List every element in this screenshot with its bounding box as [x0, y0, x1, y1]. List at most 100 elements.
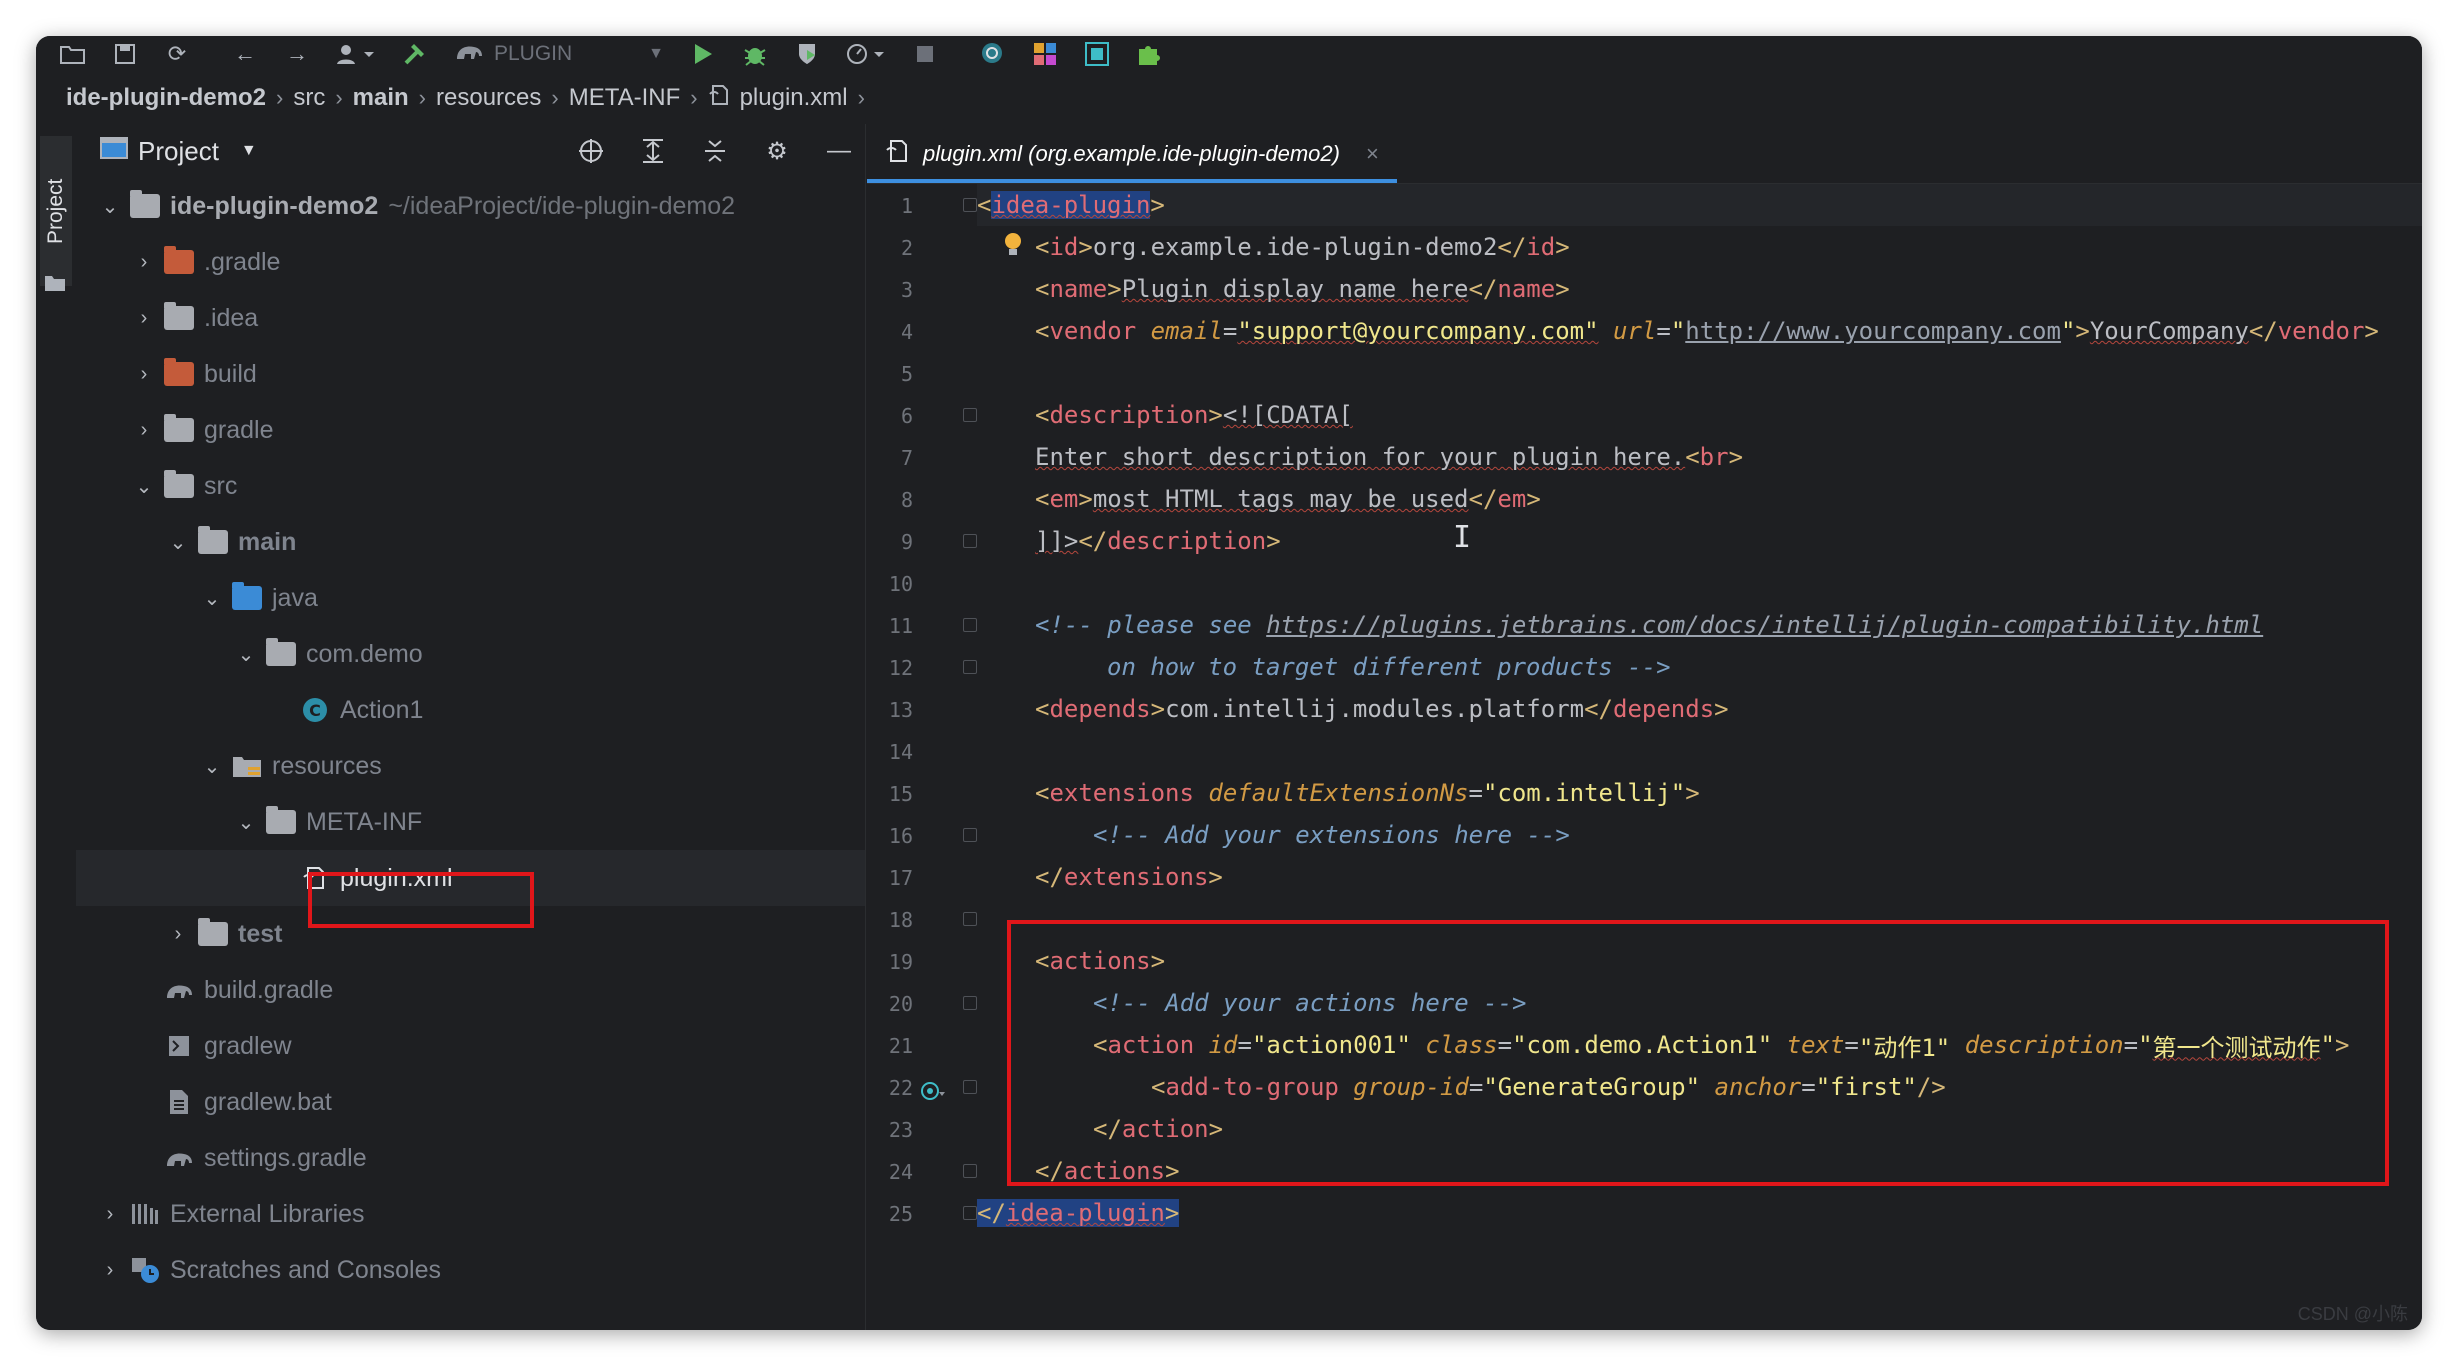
search-everywhere-icon[interactable]	[970, 38, 1016, 70]
coverage-shield-icon[interactable]	[784, 38, 830, 70]
expand-all-icon[interactable]	[627, 138, 679, 164]
line-number: 9	[900, 530, 913, 554]
line-gutter: 1 2 3 4 5 6 7 8 9 10 11 12 13 14 15 16 1…	[867, 184, 977, 1330]
tree-item-action1[interactable]: C Action1	[76, 682, 865, 738]
collapse-all-icon[interactable]	[689, 138, 741, 164]
code-token: id	[1526, 233, 1556, 261]
tree-item-label: gradlew.bat	[204, 1087, 332, 1116]
debug-bug-icon[interactable]	[732, 38, 778, 70]
fold-marker[interactable]	[963, 1164, 977, 1178]
fold-marker[interactable]	[963, 660, 977, 674]
project-structure-icon[interactable]	[1022, 38, 1068, 70]
user-dropdown-icon[interactable]	[326, 38, 386, 70]
tree-item-gradlew-bat[interactable]: gradlew.bat	[76, 1074, 865, 1130]
minimize-icon[interactable]: —	[813, 137, 865, 165]
tree-item-root[interactable]: ⌄ ide-plugin-demo2 ~/ideaProject/ide-plu…	[76, 178, 865, 234]
breadcrumb-item-main[interactable]: main	[353, 84, 409, 112]
fold-marker[interactable]	[963, 1206, 977, 1220]
tree-item-resources[interactable]: ⌄ resources	[76, 738, 865, 794]
chevron-right-icon[interactable]: ›	[126, 363, 162, 386]
breadcrumb-item-plugin-xml[interactable]: plugin.xml	[708, 83, 848, 114]
tree-item-scratches[interactable]: › Scratches and Consoles	[76, 1242, 865, 1298]
chevron-down-icon[interactable]: ▼	[241, 142, 257, 160]
breadcrumb-item-project[interactable]: ide-plugin-demo2	[66, 84, 266, 112]
tree-item-settings-gradle[interactable]: settings.gradle	[76, 1130, 865, 1186]
run-configuration-dropdown[interactable]: PLUGIN ▼	[444, 39, 674, 69]
chevron-down-icon[interactable]: ⌄	[228, 810, 264, 835]
tree-item-main[interactable]: ⌄ main	[76, 514, 865, 570]
tree-item-label: main	[238, 527, 297, 556]
tree-item-java[interactable]: ⌄ java	[76, 570, 865, 626]
scratches-clock-icon	[128, 1257, 162, 1283]
chevron-down-icon[interactable]: ⌄	[194, 586, 230, 611]
project-view-title[interactable]: Project	[138, 136, 219, 167]
code-token: "first"	[1815, 1073, 1917, 1101]
code-token: <!-- Add your extensions here -->	[1093, 821, 1570, 849]
action-gutter-icon[interactable]	[919, 1080, 945, 1107]
code-content[interactable]: < idea-plugin > < id > org.example.ide-plugin…	[977, 184, 2422, 1330]
chevron-right-icon[interactable]: ›	[126, 419, 162, 442]
fold-marker[interactable]	[963, 408, 977, 422]
tree-item-plugin-xml[interactable]: plugin.xml	[76, 850, 865, 906]
locate-crosshair-icon[interactable]	[565, 138, 617, 164]
tree-item-label: gradle	[204, 415, 274, 444]
chevron-right-icon[interactable]: ›	[160, 923, 196, 946]
fold-marker[interactable]	[963, 828, 977, 842]
build-hammer-icon[interactable]	[392, 38, 438, 70]
back-arrow-icon[interactable]: ←	[222, 38, 268, 70]
forward-arrow-icon[interactable]: →	[274, 38, 320, 70]
gradle-elephant-icon	[162, 1145, 196, 1171]
breadcrumb-item-resources[interactable]: resources	[436, 84, 541, 112]
run-icon[interactable]	[680, 38, 726, 70]
chevron-down-icon[interactable]: ⌄	[126, 474, 162, 499]
tree-item-gradlew[interactable]: gradlew	[76, 1018, 865, 1074]
code-token[interactable]: https://plugins.jetbrains.com/docs/intel…	[1266, 611, 2263, 639]
code-token: "	[2320, 1031, 2335, 1059]
tree-item-idea[interactable]: › .idea	[76, 290, 865, 346]
breadcrumb-item-meta-inf[interactable]: META-INF	[569, 84, 681, 112]
text-cursor-icon: I	[1453, 520, 1472, 555]
fold-marker[interactable]	[963, 198, 977, 212]
fold-marker[interactable]	[963, 1080, 977, 1094]
code-area[interactable]: 1 2 3 4 5 6 7 8 9 10 11 12 13 14 15 16 1…	[867, 184, 2422, 1330]
save-icon[interactable]	[102, 38, 148, 70]
source-root-folder-icon	[232, 582, 262, 610]
open-folder-icon[interactable]	[50, 38, 96, 70]
chevron-right-icon[interactable]: ›	[126, 307, 162, 330]
chevron-down-icon[interactable]: ⌄	[160, 530, 196, 555]
tree-item-build[interactable]: › build	[76, 346, 865, 402]
sync-icon[interactable]: ⟳	[154, 38, 200, 70]
chevron-right-icon[interactable]: ›	[92, 1203, 128, 1226]
editor-tab-plugin-xml[interactable]: plugin.xml (org.example.ide-plugin-demo2…	[867, 129, 1397, 183]
code-token: name	[1497, 275, 1556, 303]
close-icon[interactable]: ×	[1366, 141, 1379, 167]
fold-marker[interactable]	[963, 912, 977, 926]
devkit-icon[interactable]	[1074, 38, 1120, 70]
tree-item-meta-inf[interactable]: ⌄ META-INF	[76, 794, 865, 850]
gear-icon[interactable]: ⚙	[751, 137, 803, 166]
chevron-down-icon[interactable]: ⌄	[194, 754, 230, 779]
stop-icon[interactable]	[902, 38, 948, 70]
chevron-down-icon[interactable]: ⌄	[92, 194, 128, 219]
breadcrumb-item-src[interactable]: src	[293, 84, 325, 112]
tree-item-root-path: ~/ideaProject/ide-plugin-demo2	[388, 191, 736, 220]
tree-item-dot-gradle[interactable]: › .gradle	[76, 234, 865, 290]
tree-item-gradle[interactable]: › gradle	[76, 402, 865, 458]
line-number: 21	[888, 1034, 913, 1058]
project-tool-window-tab[interactable]: Project	[40, 136, 72, 286]
chevron-right-icon[interactable]: ›	[126, 251, 162, 274]
tree-item-com-demo[interactable]: ⌄ com.demo	[76, 626, 865, 682]
chevron-down-icon[interactable]: ⌄	[228, 642, 264, 667]
fold-marker[interactable]	[963, 534, 977, 548]
fold-marker[interactable]	[963, 618, 977, 632]
chevron-right-icon[interactable]: ›	[92, 1259, 128, 1282]
tree-item-src[interactable]: ⌄ src	[76, 458, 865, 514]
tree-item-external-libraries[interactable]: › External Libraries	[76, 1186, 865, 1242]
tree-item-test[interactable]: › test	[76, 906, 865, 962]
code-token: <!-- please see	[1035, 611, 1267, 639]
fold-marker[interactable]	[963, 996, 977, 1010]
tree-item-build-gradle[interactable]: build.gradle	[76, 962, 865, 1018]
lightbulb-icon[interactable]	[1003, 232, 1023, 258]
plugin-puzzle-icon[interactable]	[1126, 38, 1172, 70]
profile-icon[interactable]	[836, 38, 896, 70]
